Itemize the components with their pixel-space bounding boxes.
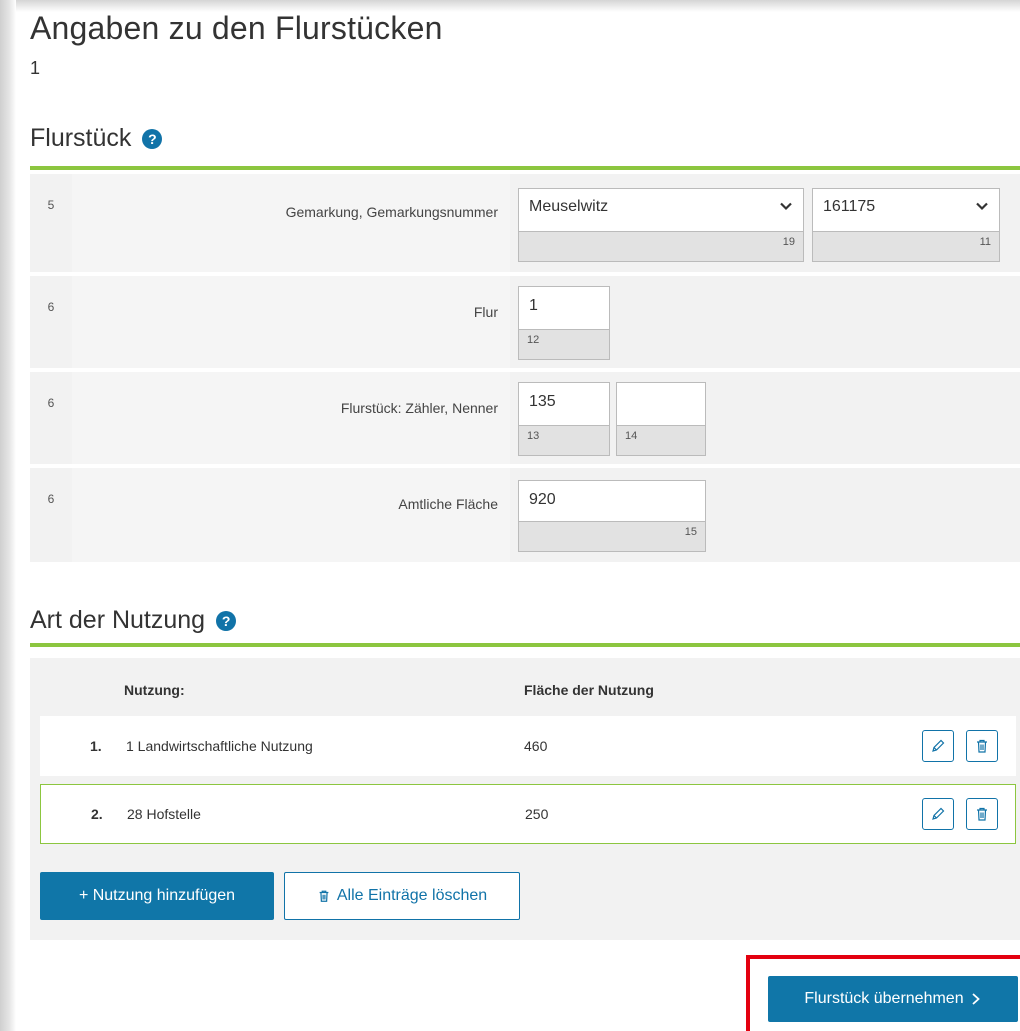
window-left-edge: [0, 0, 16, 1031]
nutzung-name: 28 Hofstelle: [127, 806, 201, 822]
pencil-icon: [932, 739, 945, 752]
form-row-flur: 6 Flur 1 12: [30, 276, 1020, 368]
page-subtitle: 1: [30, 58, 41, 78]
row-label: Flur: [473, 304, 498, 320]
gemarkungsnummer-value: 161175: [823, 198, 876, 215]
flur-input[interactable]: 1: [518, 286, 610, 330]
add-nutzung-button[interactable]: + Nutzung hinzufügen: [40, 872, 274, 920]
row-label-area: Flur: [72, 276, 510, 368]
help-icon[interactable]: ?: [142, 128, 163, 149]
delete-button[interactable]: [966, 730, 998, 762]
amtliche-flaeche-value: 920: [529, 491, 556, 508]
row-label-area: Amtliche Fläche: [72, 468, 510, 562]
row-label-area: Flurstück: Zähler, Nenner: [72, 372, 510, 464]
flurstueck-heading: Flurstück ?: [30, 124, 163, 153]
trash-icon: [319, 890, 329, 902]
field-code: 11: [812, 232, 1000, 262]
section-divider: [30, 166, 1020, 170]
help-icon[interactable]: ?: [216, 610, 237, 631]
chevron-right-icon: [971, 993, 980, 1005]
row-number: 6: [47, 300, 55, 314]
nutzung-area: 250: [525, 806, 549, 822]
chevron-down-icon: [780, 202, 792, 211]
row-label-area: Gemarkung, Gemarkungsnummer: [72, 174, 510, 272]
row-label: Gemarkung, Gemarkungsnummer: [285, 204, 498, 220]
gemarkungsnummer-select[interactable]: 161175: [812, 188, 1000, 232]
row-number: 6: [47, 492, 55, 506]
row-index: 2.: [91, 806, 103, 822]
gemarkung-value: Meuselwitz: [529, 198, 609, 215]
amtliche-flaeche-input[interactable]: 920: [518, 480, 706, 522]
nutzung-heading: Art der Nutzung ?: [30, 606, 237, 635]
trash-icon: [977, 739, 987, 753]
delete-button[interactable]: [966, 798, 998, 830]
edit-button[interactable]: [922, 798, 954, 830]
field-code: 13: [518, 426, 610, 456]
field-code: 14: [616, 426, 706, 456]
section-divider: [30, 643, 1020, 647]
column-header-nutzung: Nutzung:: [124, 682, 185, 698]
row-label: Flurstück: Zähler, Nenner: [340, 400, 498, 416]
delete-all-label: Alle Einträge löschen: [336, 887, 488, 904]
nutzung-area: 460: [524, 738, 548, 754]
trash-icon: [977, 807, 987, 821]
nutzung-list: Nutzung: Fläche der Nutzung 1. 1 Landwir…: [30, 658, 1020, 940]
form-row-zaehler-nenner: 6 Flurstück: Zähler, Nenner 135 13 14: [30, 372, 1020, 464]
nenner-input[interactable]: [616, 382, 706, 426]
chevron-down-icon: [976, 202, 988, 211]
submit-label: Flurstück übernehmen: [804, 990, 964, 1007]
field-code: 19: [518, 232, 804, 262]
page-title: Angaben zu den Flurstücken: [30, 10, 443, 46]
field-code: 15: [518, 522, 706, 552]
flurstueck-uebernehmen-button[interactable]: Flurstück übernehmen: [768, 976, 1018, 1022]
form-row-amtliche-flaeche: 6 Amtliche Fläche 920 15: [30, 468, 1020, 562]
edit-button[interactable]: [922, 730, 954, 762]
delete-all-button[interactable]: Alle Einträge löschen: [284, 872, 520, 920]
zaehler-value: 135: [529, 393, 556, 410]
nutzung-row[interactable]: 1. 1 Landwirtschaftliche Nutzung 460: [40, 716, 1016, 776]
column-header-flaeche: Fläche der Nutzung: [524, 682, 654, 698]
pencil-icon: [932, 807, 945, 820]
row-index: 1.: [90, 738, 102, 754]
flurstueck-heading-text: Flurstück: [30, 124, 132, 152]
nutzung-name: 1 Landwirtschaftliche Nutzung: [126, 738, 313, 754]
nutzung-row[interactable]: 2. 28 Hofstelle 250: [40, 784, 1016, 844]
nutzung-heading-text: Art der Nutzung: [30, 606, 206, 634]
field-code: 12: [518, 330, 610, 360]
gemarkung-select[interactable]: Meuselwitz: [518, 188, 804, 232]
row-number: 6: [47, 396, 55, 410]
row-label: Amtliche Fläche: [398, 496, 498, 512]
form-row-gemarkung: 5 Gemarkung, Gemarkungsnummer Meuselwitz…: [30, 174, 1020, 272]
zaehler-input[interactable]: 135: [518, 382, 610, 426]
flur-value: 1: [529, 297, 538, 314]
row-number: 5: [47, 198, 55, 212]
